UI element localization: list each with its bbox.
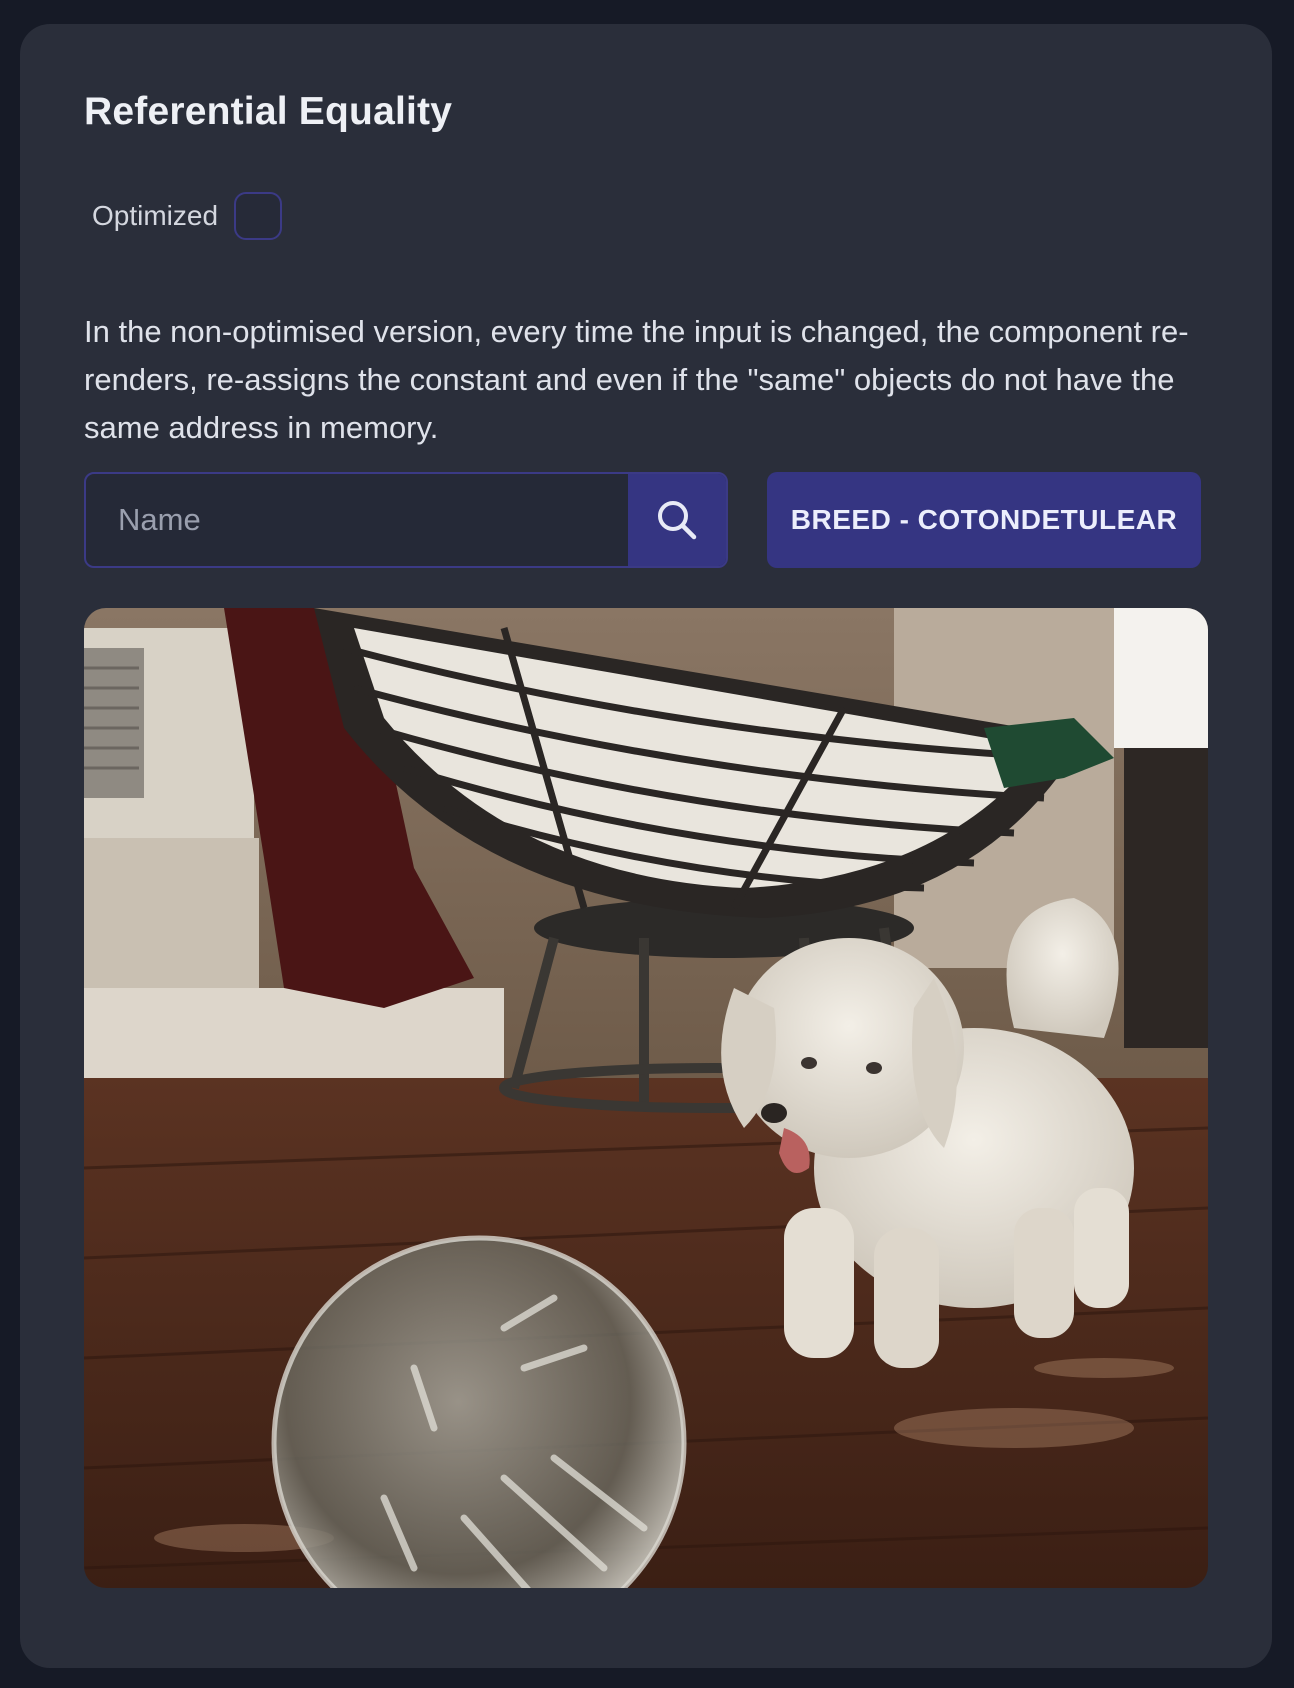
- breed-button[interactable]: BREED - COTONDETULEAR: [767, 472, 1201, 568]
- optimized-label: Optimized: [92, 200, 219, 231]
- name-search-group: [84, 472, 728, 568]
- referential-equality-card: Referential Equality Optimized In the no…: [20, 24, 1272, 1668]
- description-text: In the non-optimised version, every time…: [84, 314, 1189, 445]
- optimized-checkbox[interactable]: [234, 192, 283, 240]
- name-search-input[interactable]: [86, 474, 628, 566]
- dog-photo-illustration: [84, 608, 1208, 1588]
- search-icon: [658, 501, 697, 540]
- optimized-toggle-row: Optimized: [92, 192, 283, 240]
- dog-photo: [84, 608, 1208, 1588]
- card-title: Referential Equality: [84, 90, 453, 133]
- search-button[interactable]: [628, 474, 726, 566]
